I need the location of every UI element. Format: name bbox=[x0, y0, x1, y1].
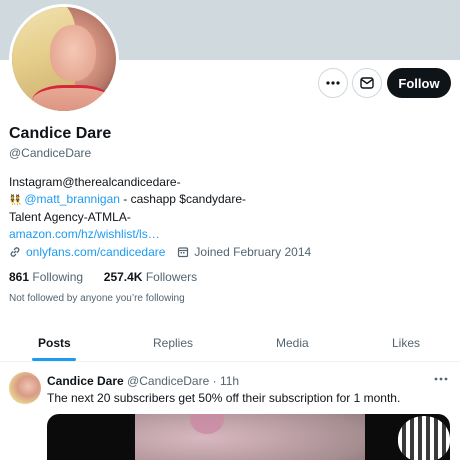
link-icon bbox=[10, 247, 20, 257]
profile-stats: 861 Following 257.4K Followers bbox=[9, 270, 197, 284]
tab-posts[interactable]: Posts bbox=[38, 336, 71, 350]
calendar-icon bbox=[178, 247, 189, 258]
followers-label: Followers bbox=[145, 270, 198, 284]
following-link[interactable]: 861 Following bbox=[9, 270, 83, 284]
profile-tabs: Posts Replies Media Likes bbox=[0, 326, 460, 362]
active-tab-indicator bbox=[32, 358, 76, 361]
more-icon bbox=[326, 81, 340, 85]
profile-avatar[interactable] bbox=[9, 4, 119, 114]
bio-line: - cashapp $candydare- bbox=[123, 192, 247, 206]
lamp-shape bbox=[398, 416, 450, 460]
tab-replies[interactable]: Replies bbox=[153, 336, 193, 350]
tab-likes[interactable]: Likes bbox=[392, 336, 420, 350]
joined-date: Joined February 2014 bbox=[194, 245, 312, 259]
not-followed-note: Not followed by anyone you’re following bbox=[9, 293, 185, 304]
bio-wishlist-link[interactable]: amazon.com/hz/wishlist/ls… bbox=[9, 226, 309, 243]
follow-button[interactable]: Follow bbox=[387, 68, 451, 98]
tweet-media[interactable] bbox=[47, 414, 450, 460]
following-count: 861 bbox=[9, 270, 30, 284]
tweet-author-handle[interactable]: @CandiceDare bbox=[127, 374, 209, 388]
followers-count: 257.4K bbox=[103, 270, 143, 284]
tweet-more-button[interactable] bbox=[434, 372, 448, 390]
more-button[interactable] bbox=[318, 68, 348, 98]
tweet-separator: · bbox=[212, 374, 217, 388]
profile-meta: onlyfans.com/candicedare Joined February… bbox=[9, 245, 323, 259]
envelope-icon bbox=[360, 77, 374, 89]
message-button[interactable] bbox=[352, 68, 382, 98]
followers-link[interactable]: 257.4K Followers bbox=[104, 270, 197, 284]
profile-bio: Instagram@therealcandicedare- 👯 @matt_br… bbox=[9, 174, 309, 243]
more-icon bbox=[434, 377, 448, 381]
avatar-photo bbox=[12, 7, 116, 111]
media-image bbox=[135, 414, 450, 460]
dancers-emoji-icon: 👯 bbox=[9, 195, 22, 206]
bio-line: Instagram@therealcandicedare- bbox=[9, 175, 181, 189]
bio-line: Talent Agency-ATMLA- bbox=[9, 210, 131, 224]
tweet-text: The next 20 subscribers get 50% off thei… bbox=[47, 391, 401, 405]
profile-name: Candice Dare bbox=[9, 125, 112, 142]
profile-website-link[interactable]: onlyfans.com/candicedare bbox=[26, 245, 165, 259]
tab-media[interactable]: Media bbox=[276, 336, 309, 350]
tweet-author-name[interactable]: Candice Dare bbox=[47, 374, 124, 388]
tweet-header: Candice Dare @CandiceDare · 11h bbox=[47, 374, 239, 388]
following-label: Following bbox=[32, 270, 84, 284]
profile-handle: @CandiceDare bbox=[9, 146, 92, 160]
tweet-time[interactable]: 11h bbox=[220, 374, 239, 388]
tweet-author-avatar[interactable] bbox=[9, 372, 41, 404]
bio-mention-link[interactable]: @matt_brannigan bbox=[24, 192, 120, 206]
